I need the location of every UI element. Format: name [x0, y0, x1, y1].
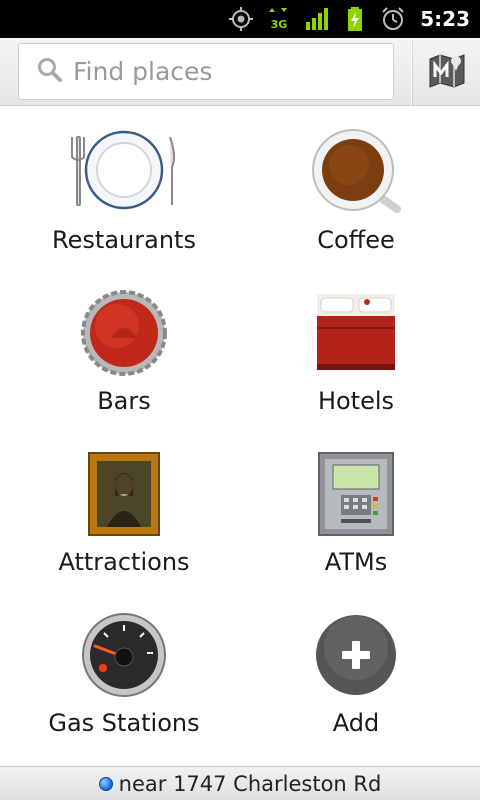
category-label: Restaurants [52, 226, 196, 254]
status-bar: 3G 5:23 [0, 0, 480, 38]
category-label: Attractions [58, 548, 190, 576]
category-atms[interactable]: ATMs [236, 432, 476, 592]
category-grid: Restaurants Coffee Bars Hotels Attractio… [0, 110, 480, 764]
location-text: near 1747 Charleston Rd [118, 771, 382, 796]
coffee-cup-icon [301, 122, 411, 222]
category-attractions[interactable]: Attractions [4, 432, 244, 592]
category-restaurants[interactable]: Restaurants [4, 110, 244, 270]
search-placeholder: Find places [73, 57, 213, 86]
gps-icon [228, 6, 254, 32]
search-icon [37, 57, 63, 87]
svg-text:3G: 3G [271, 18, 288, 31]
hotel-bed-icon [301, 283, 411, 383]
location-footer[interactable]: near 1747 Charleston Rd [0, 766, 480, 800]
fuel-gauge-icon [69, 605, 179, 705]
signal-icon [304, 6, 330, 32]
bottle-cap-icon [69, 283, 179, 383]
painting-frame-icon [69, 444, 179, 544]
category-label: Bars [97, 387, 151, 415]
map-button[interactable] [413, 38, 480, 106]
category-add[interactable]: Add [236, 593, 476, 753]
search-input[interactable]: Find places [18, 43, 394, 100]
category-label: Add [332, 709, 380, 737]
category-coffee[interactable]: Coffee [236, 110, 476, 270]
category-bars[interactable]: Bars [4, 271, 244, 431]
atm-machine-icon [301, 444, 411, 544]
category-label: Coffee [317, 226, 395, 254]
search-header: Find places [0, 38, 480, 106]
add-circle-icon [301, 605, 411, 705]
status-clock: 5:23 [420, 7, 470, 31]
data-3g-icon: 3G [266, 6, 292, 32]
category-hotels[interactable]: Hotels [236, 271, 476, 431]
alarm-icon [380, 6, 406, 32]
battery-charging-icon [342, 6, 368, 32]
category-label: Gas Stations [48, 709, 200, 737]
my-location-dot-icon [98, 776, 113, 791]
restaurant-plate-icon [69, 122, 179, 222]
category-gas-stations[interactable]: Gas Stations [4, 593, 244, 753]
map-icon [428, 51, 466, 93]
category-label: Hotels [317, 387, 395, 415]
category-label: ATMs [324, 548, 388, 576]
